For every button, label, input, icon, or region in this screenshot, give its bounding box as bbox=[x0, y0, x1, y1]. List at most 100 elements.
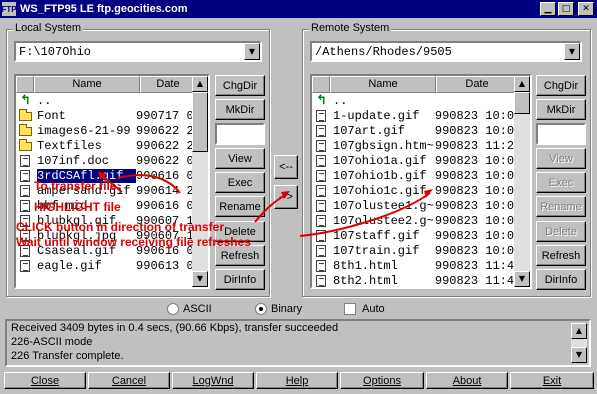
remote-file-row[interactable]: 8th2.html 990823 11:4 bbox=[312, 273, 514, 287]
up-arrow-icon: ↰ bbox=[316, 93, 327, 108]
maximize-icon[interactable]: □ bbox=[558, 2, 574, 16]
local-file-row[interactable]: 107inf.doc 990622 0 bbox=[16, 153, 192, 168]
remote-file-row[interactable]: 107ohio1a.gif 990823 10:0 bbox=[312, 153, 514, 168]
remote-filter-input[interactable] bbox=[536, 123, 586, 145]
log-window[interactable]: Received 3409 bytes in 0.4 secs, (90.66 … bbox=[5, 319, 591, 367]
local-file-row[interactable]: ↰.. bbox=[16, 93, 192, 108]
file-icon bbox=[314, 184, 330, 197]
local-view-button[interactable]: View bbox=[215, 148, 265, 169]
local-chgdir-button[interactable]: ChgDir bbox=[215, 75, 265, 96]
binary-option[interactable]: Binary bbox=[255, 303, 302, 315]
file-icon bbox=[314, 259, 330, 272]
log-line: Received 3409 bytes in 0.4 secs, (90.66 … bbox=[11, 322, 339, 334]
remote-refresh-button[interactable]: Refresh bbox=[536, 245, 586, 266]
local-scrollbar[interactable]: ▲ ▼ bbox=[192, 76, 208, 287]
scroll-down-icon[interactable]: ▼ bbox=[192, 271, 208, 287]
remote-file-name: 107ohio1a.gif bbox=[333, 153, 427, 168]
remote-file-name: 1-update.gif bbox=[333, 108, 420, 123]
remote-file-name: 107train.gif bbox=[333, 243, 420, 258]
remote-file-row[interactable]: 1-update.gif 990823 10:0 bbox=[312, 108, 514, 123]
remote-file-name: 8th1.html bbox=[333, 258, 398, 273]
remote-rename-button[interactable]: Rename bbox=[536, 196, 586, 217]
local-rename-button[interactable]: Rename bbox=[215, 196, 265, 217]
local-file-date: 990717 0 bbox=[136, 108, 192, 123]
scroll-up-icon[interactable]: ▲ bbox=[571, 323, 587, 339]
exit-button[interactable]: Exit bbox=[510, 372, 594, 389]
local-file-date: 990614 2 bbox=[136, 183, 192, 198]
auto-label: Auto bbox=[362, 303, 385, 315]
logwnd-button[interactable]: LogWnd bbox=[172, 372, 254, 389]
remote-file-row[interactable]: 107ohio1c.gif 990823 10:0 bbox=[312, 183, 514, 198]
transfer-to-local-button[interactable]: <-- bbox=[274, 155, 298, 179]
local-file-row[interactable]: eagle.gif 990613 0 bbox=[16, 258, 192, 273]
local-mkdir-button[interactable]: MkDir bbox=[215, 99, 265, 120]
file-icon bbox=[314, 274, 330, 287]
remote-file-row[interactable]: ↰.. bbox=[312, 93, 514, 108]
remote-file-row[interactable]: 107gbsign.htm~ 990823 11:2 bbox=[312, 138, 514, 153]
remote-file-row[interactable]: 107train.gif 990823 10:0 bbox=[312, 243, 514, 258]
remote-file-row[interactable]: 107ohio1b.gif 990823 10:0 bbox=[312, 168, 514, 183]
chevron-down-icon[interactable]: ▼ bbox=[564, 43, 580, 60]
remote-file-row[interactable]: 107olustee2.g~ 990823 10:0 bbox=[312, 213, 514, 228]
chevron-down-icon[interactable]: ▼ bbox=[244, 43, 260, 60]
local-file-name: images6-21-99 bbox=[37, 123, 131, 138]
remote-file-row[interactable]: 107art.gif 990823 10:0 bbox=[312, 123, 514, 138]
scroll-down-icon[interactable]: ▼ bbox=[571, 347, 587, 363]
remote-file-row[interactable]: 8th1.html 990823 11:4 bbox=[312, 258, 514, 273]
local-list-header: Name Date bbox=[16, 76, 208, 93]
file-icon bbox=[18, 184, 34, 197]
title-bar: FTP WS_FTP95 LE ftp.geocities.com ▁ □ ✕ bbox=[0, 0, 597, 18]
cancel-button[interactable]: Cancel bbox=[88, 372, 170, 389]
scroll-up-icon[interactable]: ▲ bbox=[514, 76, 530, 92]
remote-exec-button[interactable]: Exec bbox=[536, 172, 586, 193]
local-col-icon[interactable] bbox=[16, 76, 34, 93]
local-file-row[interactable]: Textfiles 990622 2 bbox=[16, 138, 192, 153]
log-scrollbar[interactable]: ▲ ▼ bbox=[571, 323, 587, 363]
remote-delete-button[interactable]: Delete bbox=[536, 221, 586, 242]
remote-file-row[interactable]: 107olustee1.g~ 990823 10:0 bbox=[312, 198, 514, 213]
ascii-option[interactable]: ASCII bbox=[167, 303, 212, 315]
remote-scrollbar[interactable]: ▲ ▼ bbox=[514, 76, 530, 287]
auto-checkbox[interactable] bbox=[344, 303, 356, 315]
remote-chgdir-button[interactable]: ChgDir bbox=[536, 75, 586, 96]
local-file-row[interactable]: images6-21-99 990622 2 bbox=[16, 123, 192, 138]
remote-path-combo[interactable]: /Athens/Rhodes/9505 ▼ bbox=[310, 41, 582, 62]
remote-mkdir-button[interactable]: MkDir bbox=[536, 99, 586, 120]
local-filter-input[interactable] bbox=[215, 123, 265, 145]
remote-file-date: 990823 10:0 bbox=[434, 198, 514, 213]
local-col-date[interactable]: Date bbox=[140, 76, 196, 93]
scroll-down-icon[interactable]: ▼ bbox=[514, 271, 530, 287]
local-file-row[interactable]: Font 990717 0 bbox=[16, 108, 192, 123]
help-button[interactable]: Help bbox=[256, 372, 338, 389]
scroll-up-icon[interactable]: ▲ bbox=[192, 76, 208, 92]
folder-icon bbox=[18, 139, 34, 152]
file-icon bbox=[314, 154, 330, 167]
local-path-combo[interactable]: F:\107Ohio ▼ bbox=[14, 41, 262, 62]
file-icon bbox=[18, 169, 34, 182]
local-exec-button[interactable]: Exec bbox=[215, 172, 265, 193]
remote-view-button[interactable]: View bbox=[536, 148, 586, 169]
transfer-to-remote-button[interactable]: --> bbox=[274, 185, 298, 209]
remote-col-date[interactable]: Date bbox=[436, 76, 518, 93]
scroll-thumb[interactable] bbox=[192, 92, 208, 152]
binary-radio[interactable] bbox=[255, 303, 267, 315]
close-icon[interactable]: ✕ bbox=[578, 2, 594, 16]
options-button[interactable]: Options bbox=[340, 372, 424, 389]
ascii-radio[interactable] bbox=[167, 303, 179, 315]
auto-option[interactable]: Auto bbox=[344, 303, 385, 315]
close-button[interactable]: Close bbox=[4, 372, 86, 389]
local-dirinfo-button[interactable]: DirInfo bbox=[215, 269, 265, 290]
remote-file-row[interactable]: 107staff.gif 990823 10:0 bbox=[312, 228, 514, 243]
local-col-name[interactable]: Name bbox=[34, 76, 140, 93]
log-line: 226-ASCII mode bbox=[11, 336, 93, 348]
remote-col-icon[interactable] bbox=[312, 76, 330, 93]
scroll-thumb[interactable] bbox=[514, 92, 530, 114]
remote-file-list[interactable]: Name Date ↰.. 1-update.gif 990823 10:0 107a… bbox=[310, 74, 532, 289]
ascii-label: ASCII bbox=[183, 303, 212, 315]
up-arrow-icon: ↰ bbox=[20, 93, 31, 108]
file-icon bbox=[18, 199, 34, 212]
about-button[interactable]: About bbox=[426, 372, 508, 389]
remote-col-name[interactable]: Name bbox=[330, 76, 436, 93]
remote-dirinfo-button[interactable]: DirInfo bbox=[536, 269, 586, 290]
minimize-icon[interactable]: ▁ bbox=[540, 2, 556, 16]
